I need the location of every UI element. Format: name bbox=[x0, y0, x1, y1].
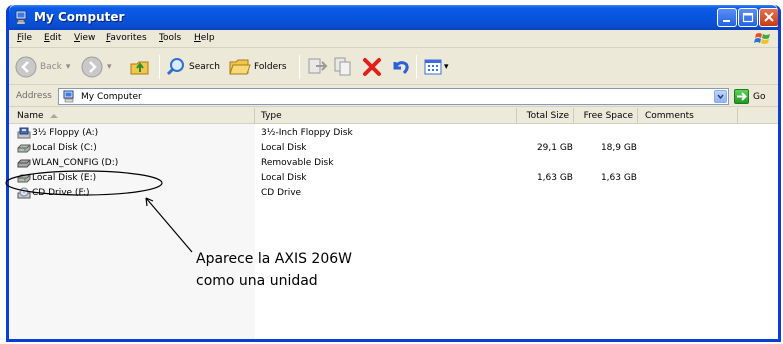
window-title: My Computer bbox=[34, 10, 125, 24]
column-header-free-space-label: Free Space bbox=[583, 111, 633, 121]
item-type: 3½-Inch Floppy Disk bbox=[261, 128, 353, 138]
address-value: My Computer bbox=[81, 92, 142, 102]
address-bar: Address My Computer Go bbox=[9, 86, 778, 107]
file-list[interactable]: Name Type Total Size Free Space Comments… bbox=[9, 108, 778, 339]
back-dropdown-icon[interactable]: ▾ bbox=[66, 62, 71, 72]
move-to-icon bbox=[308, 58, 328, 74]
item-type: CD Drive bbox=[261, 188, 302, 198]
item-name: CD Drive (F:) bbox=[32, 188, 90, 198]
copy-to-icon bbox=[334, 57, 351, 76]
item-type: Local Disk bbox=[261, 143, 307, 153]
list-item[interactable]: Local Disk (C:) Local Disk 29,1 GB 18,9 … bbox=[9, 141, 778, 156]
copy-to-button[interactable] bbox=[333, 55, 355, 79]
item-name: Local Disk (E:) bbox=[32, 173, 97, 183]
toolbar-separator bbox=[299, 55, 300, 79]
explorer-window: My Computer File Edit View Favorites Too… bbox=[6, 5, 781, 342]
annotation-callout: Aparece la AXIS 206W como una unidad bbox=[196, 248, 352, 292]
search-icon bbox=[166, 58, 184, 76]
maximize-icon bbox=[742, 12, 754, 23]
list-item[interactable]: WLAN_CONFIG (D:) Removable Disk bbox=[9, 156, 778, 171]
menu-favorites[interactable]: Favorites bbox=[106, 33, 147, 43]
maximize-button[interactable] bbox=[738, 8, 758, 27]
list-item[interactable]: 3½ Floppy (A:) 3½-Inch Floppy Disk bbox=[9, 126, 778, 141]
cd-drive-icon bbox=[17, 187, 31, 199]
up-folder-icon bbox=[130, 61, 149, 75]
back-label: Back bbox=[40, 62, 62, 72]
up-folder-button[interactable] bbox=[129, 55, 151, 79]
column-header-total-size[interactable]: Total Size bbox=[517, 108, 574, 124]
floppy-drive-icon bbox=[17, 127, 31, 139]
minimize-icon bbox=[723, 20, 730, 22]
removable-disk-icon bbox=[17, 159, 31, 168]
toolbar-separator bbox=[159, 55, 160, 79]
move-to-button[interactable] bbox=[306, 55, 328, 79]
column-header-type[interactable]: Type bbox=[255, 108, 517, 124]
column-header-free-space[interactable]: Free Space bbox=[574, 108, 638, 124]
folders-icon bbox=[229, 59, 251, 75]
my-computer-icon bbox=[15, 10, 27, 25]
sort-ascending-icon bbox=[49, 113, 58, 118]
address-dropdown-button[interactable] bbox=[714, 90, 727, 103]
column-header-name-label: Name bbox=[17, 111, 44, 121]
my-computer-icon bbox=[63, 90, 74, 103]
hard-disk-icon bbox=[17, 144, 31, 153]
menu-bar: File Edit View Favorites Tools Help bbox=[9, 30, 778, 48]
item-name: Local Disk (C:) bbox=[32, 143, 97, 153]
chevron-down-icon bbox=[717, 94, 724, 100]
forward-dropdown-icon[interactable]: ▾ bbox=[107, 62, 112, 72]
delete-icon bbox=[363, 58, 381, 76]
forward-arrow-icon bbox=[81, 56, 103, 78]
menu-file[interactable]: File bbox=[17, 33, 32, 43]
item-total-size: 29,1 GB bbox=[536, 143, 573, 153]
views-dropdown-icon[interactable]: ▾ bbox=[444, 62, 449, 72]
go-arrow-icon bbox=[734, 89, 749, 104]
toolbar-separator bbox=[416, 55, 417, 79]
minimize-button[interactable] bbox=[717, 8, 737, 27]
menu-view[interactable]: View bbox=[74, 33, 95, 43]
address-input[interactable]: My Computer bbox=[58, 88, 729, 105]
folders-label: Folders bbox=[254, 62, 287, 72]
list-item[interactable]: CD Drive (F:) CD Drive bbox=[9, 186, 778, 201]
item-total-size: 1,63 GB bbox=[536, 173, 573, 183]
column-headers: Name Type Total Size Free Space Comments bbox=[9, 108, 778, 124]
list-item[interactable]: Local Disk (E:) Local Disk 1,63 GB 1,63 … bbox=[9, 171, 778, 186]
folders-button[interactable]: Folders bbox=[229, 55, 287, 79]
go-button[interactable]: Go bbox=[734, 89, 765, 104]
title-bar[interactable]: My Computer bbox=[9, 5, 778, 30]
column-header-name[interactable]: Name bbox=[9, 108, 255, 124]
windows-logo-icon bbox=[754, 33, 770, 44]
menu-edit[interactable]: Edit bbox=[44, 33, 61, 43]
address-label: Address bbox=[16, 91, 52, 101]
close-button[interactable] bbox=[759, 8, 778, 27]
views-icon bbox=[424, 59, 442, 75]
back-button[interactable]: Back ▾ bbox=[15, 55, 70, 79]
undo-icon bbox=[393, 61, 409, 75]
column-header-comments-label: Comments bbox=[645, 111, 694, 121]
back-arrow-icon bbox=[15, 56, 37, 78]
undo-button[interactable] bbox=[389, 55, 411, 79]
column-header-total-size-label: Total Size bbox=[526, 111, 569, 121]
forward-button[interactable]: ▾ bbox=[81, 55, 112, 79]
views-button[interactable]: ▾ bbox=[423, 55, 449, 79]
item-name: 3½ Floppy (A:) bbox=[32, 128, 99, 138]
item-free-space: 18,9 GB bbox=[600, 143, 637, 153]
annotation-line-1: Aparece la AXIS 206W bbox=[196, 251, 352, 267]
item-free-space: 1,63 GB bbox=[600, 173, 637, 183]
search-button[interactable]: Search bbox=[166, 55, 220, 79]
column-header-comments[interactable]: Comments bbox=[638, 108, 738, 124]
go-label: Go bbox=[753, 91, 766, 102]
annotation-line-2: como una unidad bbox=[196, 273, 318, 289]
menu-help[interactable]: Help bbox=[194, 33, 215, 43]
item-name: WLAN_CONFIG (D:) bbox=[32, 158, 119, 168]
standard-toolbar: Back ▾ ▾ Search Folders ▾ bbox=[9, 49, 778, 85]
hard-disk-icon bbox=[17, 174, 31, 183]
column-header-type-label: Type bbox=[261, 111, 282, 121]
search-label: Search bbox=[189, 62, 220, 72]
close-icon bbox=[764, 12, 774, 22]
item-type: Local Disk bbox=[261, 173, 307, 183]
item-type: Removable Disk bbox=[261, 158, 334, 168]
delete-button[interactable] bbox=[361, 55, 383, 79]
menu-tools[interactable]: Tools bbox=[159, 33, 181, 43]
